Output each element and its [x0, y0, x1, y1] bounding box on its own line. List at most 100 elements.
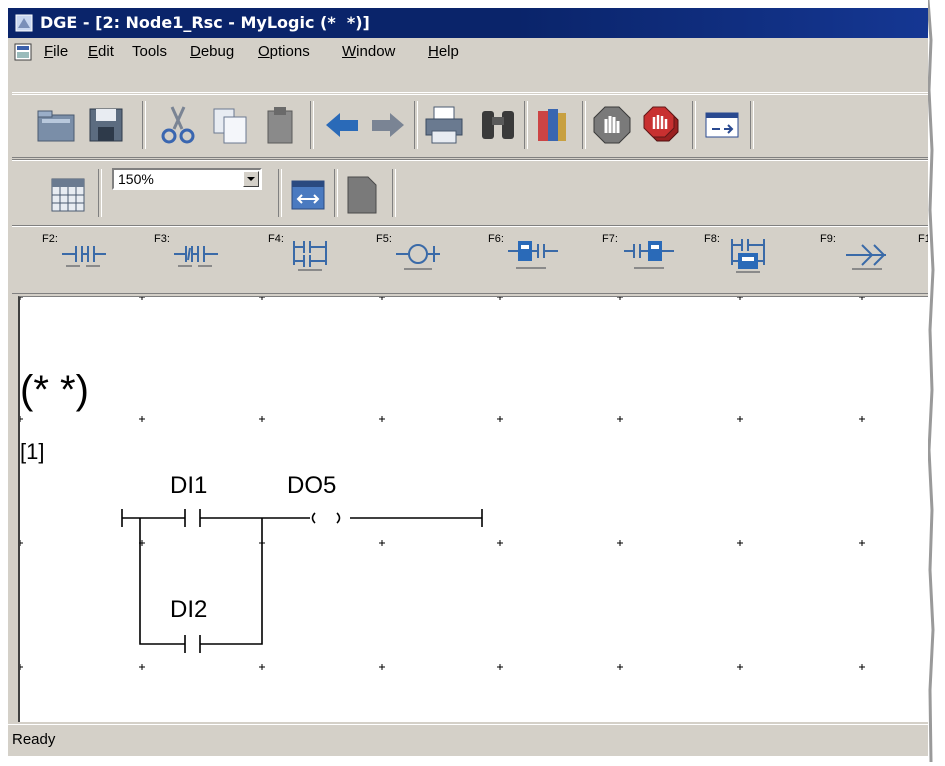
open-icon[interactable] [36, 105, 76, 145]
grid-marker [20, 664, 23, 670]
undo-icon[interactable] [322, 105, 362, 145]
grid-marker [497, 416, 503, 422]
redo-icon[interactable] [368, 105, 408, 145]
toolbar-separator [582, 101, 586, 149]
grid-marker [617, 664, 623, 670]
jump-icon [846, 244, 886, 270]
grid-marker [259, 664, 265, 670]
function-block-right-icon [624, 241, 674, 269]
grid-marker [497, 540, 503, 546]
menu-window[interactable]: Window [342, 43, 395, 60]
grid-marker [379, 416, 385, 422]
toolbar-separator [692, 101, 696, 149]
application-window: DGE - [2: Node1_Rsc - MyLogic (* *)] Fil… [8, 8, 930, 756]
grid-marker [737, 540, 743, 546]
function-block-parallel-icon [731, 239, 765, 273]
contact-open-icon [62, 246, 106, 267]
toolbar-separator [98, 169, 102, 217]
status-bar: Ready [8, 724, 930, 756]
grid-marker [20, 416, 23, 422]
f9-jump-button[interactable]: F9: [820, 231, 930, 275]
toolbar-separator [334, 169, 338, 217]
toolbar-separator [310, 101, 314, 149]
status-text: Ready [12, 731, 56, 748]
grid-marker [859, 540, 865, 546]
grid-marker [20, 297, 23, 300]
zoom-select[interactable]: 150% [112, 168, 262, 190]
page-icon[interactable] [342, 175, 382, 215]
grid-marker [20, 540, 23, 546]
cut-icon[interactable] [158, 105, 198, 145]
contact-label-2[interactable]: DI2 [170, 596, 207, 623]
grid-icon[interactable] [48, 175, 88, 215]
toolbar-separator [278, 169, 282, 217]
grid-marker [379, 540, 385, 546]
rung-number: [1] [20, 439, 44, 464]
library-icon[interactable] [532, 105, 572, 145]
coil-icon [396, 244, 440, 270]
document-menu-icon[interactable] [14, 43, 32, 61]
menu-help[interactable]: Help [428, 43, 459, 60]
grid-marker [497, 297, 503, 300]
title-bar[interactable]: DGE - [2: Node1_Rsc - MyLogic (* *)] [8, 8, 930, 38]
grid-marker [139, 297, 145, 300]
coil-label-1[interactable]: DO5 [287, 472, 336, 499]
copy-icon[interactable] [210, 105, 250, 145]
toolbar-separator [750, 101, 754, 149]
menu-edit[interactable]: Edit [88, 43, 114, 60]
contact-label-1[interactable]: DI1 [170, 472, 207, 499]
view-toolbar: 150% [12, 160, 930, 226]
grid-marker [859, 297, 865, 300]
chevron-down-icon[interactable] [243, 171, 259, 187]
function-block-left-icon [508, 241, 558, 269]
grid-marker [737, 664, 743, 670]
f5-coil-button[interactable]: F5: [376, 231, 486, 275]
f6-function-block-left-button[interactable]: F6: [488, 231, 598, 275]
grid-marker [737, 416, 743, 422]
window-title: DGE - [2: Node1_Rsc - MyLogic (* *)] [40, 13, 370, 32]
grid-marker [859, 664, 865, 670]
ladder-toolbar: F2: F3: F4: F5: F6: F7: F8: F9: F1 [12, 226, 930, 294]
stop-icon[interactable] [592, 105, 632, 145]
f7-function-block-right-button[interactable]: F7: [602, 231, 712, 275]
grid-marker [259, 297, 265, 300]
menu-options[interactable]: Options [258, 43, 310, 60]
f4-parallel-branch-button[interactable]: F4: [268, 231, 378, 275]
print-icon[interactable] [424, 105, 464, 145]
ladder-diagram-canvas[interactable]: (* *) [1] DI1 DO5 DI2 [18, 296, 930, 722]
stop-all-icon[interactable] [642, 105, 682, 145]
find-icon[interactable] [478, 105, 518, 145]
toolbar-separator [414, 101, 418, 149]
paste-icon[interactable] [260, 105, 300, 145]
parallel-branch-icon [293, 241, 327, 271]
grid-marker [139, 416, 145, 422]
module-icon[interactable] [702, 105, 742, 145]
grid-dots [20, 297, 865, 670]
zoom-value: 150% [118, 171, 154, 187]
grid-marker [497, 664, 503, 670]
menu-debug[interactable]: Debug [190, 43, 234, 60]
toolbar-separator [392, 169, 396, 217]
grid-marker [139, 664, 145, 670]
menu-bar: File Edit Tools Debug Options Window Hel… [8, 38, 930, 66]
save-icon[interactable] [86, 105, 126, 145]
rung-comment[interactable]: (* *) [20, 368, 89, 412]
f2-contact-open-button[interactable]: F2: [42, 231, 152, 275]
toolbar-separator [524, 101, 528, 149]
grid-marker [379, 664, 385, 670]
menu-tools[interactable]: Tools [132, 43, 167, 60]
grid-marker [379, 297, 385, 300]
f8-function-block-parallel-button[interactable]: F8: [704, 231, 814, 275]
swap-view-icon[interactable] [288, 175, 328, 215]
rung-wiring [121, 509, 483, 653]
toolbar-separator [142, 101, 146, 149]
ladder-diagram: (* *) [1] DI1 DO5 DI2 [20, 297, 865, 670]
menu-file[interactable]: File [44, 43, 68, 60]
app-icon [15, 14, 33, 32]
main-toolbar-strip [12, 94, 930, 158]
grid-marker [259, 416, 265, 422]
f3-contact-closed-button[interactable]: F3: [154, 231, 264, 275]
grid-marker [617, 297, 623, 300]
grid-marker [859, 416, 865, 422]
grid-marker [617, 540, 623, 546]
